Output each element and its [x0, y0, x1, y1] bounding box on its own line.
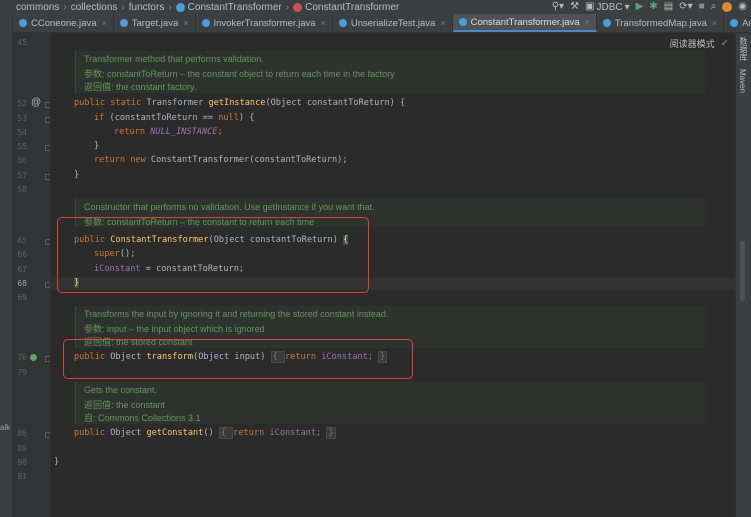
chevron-down-icon: ▾	[624, 1, 630, 13]
breadcrumb-separator-icon: ›	[285, 1, 290, 13]
doc-line: Transforms the input by ignoring it and …	[84, 309, 389, 319]
code-line-56: return new ConstantTransformer(constantT…	[94, 155, 348, 165]
doc-line: Gets the constant.	[84, 385, 158, 395]
override-icon[interactable]	[30, 354, 37, 361]
class-icon	[119, 19, 128, 27]
line-number: 91	[17, 472, 27, 481]
breadcrumb-separator-icon: ›	[168, 1, 172, 13]
doc-line: 返回值: the constant factory.	[84, 82, 197, 92]
editor-tab-bar: CConeone.java × Target.java × InvokerTrans…	[13, 14, 751, 33]
class-icon	[201, 19, 210, 27]
method-icon	[293, 2, 303, 12]
code-line-86: public Object getConstant() { return iCo…	[74, 427, 336, 439]
class-icon	[730, 19, 739, 27]
tab-invokertransformer[interactable]: InvokerTransformer.java ×	[196, 14, 333, 32]
code-line-53: if (constantToReturn == null) {	[94, 113, 255, 123]
search-icon[interactable]: ⌕	[711, 0, 717, 14]
line-number: 76	[17, 353, 27, 362]
line-number: 69	[17, 293, 27, 302]
code-line-57: }	[74, 170, 80, 180]
left-strip-label: alk	[0, 423, 11, 432]
tab-transformedmap[interactable]: TransformedMap.java ×	[597, 14, 725, 32]
class-icon	[602, 19, 611, 27]
tab-constanttransformer[interactable]: ConstantTransformer.java ×	[452, 14, 597, 32]
tab-annotationinvocationhandler[interactable]: AnnotationInvocationHandler.clas	[724, 14, 751, 32]
breadcrumb-item-class[interactable]: ConstantTransformer	[175, 2, 282, 13]
code-line-55: }	[94, 141, 100, 151]
close-icon[interactable]: ×	[321, 18, 326, 28]
breadcrumb-separator-icon: ›	[63, 1, 67, 13]
code-line-54: return NULL_INSTANCE;	[114, 127, 223, 137]
doc-line: 参数: input – the input object which is ig…	[84, 324, 265, 334]
close-icon[interactable]: ×	[102, 18, 107, 28]
vcs-icon[interactable]: ⚲▾	[552, 0, 564, 14]
line-number: 54	[17, 128, 27, 137]
code-line-52: public static Transformer getInstance(Ob…	[74, 98, 406, 108]
line-number: 67	[17, 265, 27, 274]
breadcrumb-separator-icon: ›	[121, 1, 125, 13]
class-icon	[458, 18, 467, 26]
right-tool-strip: 数据库 Maven	[735, 33, 751, 517]
line-number: 57	[17, 171, 27, 180]
tab-cconeone[interactable]: CConeone.java ×	[13, 14, 114, 32]
line-number: 79	[17, 368, 27, 377]
highlight-box-transform	[63, 339, 413, 379]
doc-line: 自: Commons Collections 3.1	[84, 413, 201, 423]
close-icon[interactable]: ×	[585, 17, 590, 27]
main-toolbar: ⚲▾ ⚒ ▣ JDBC ▾ ▶ ✱ ▤ ⟳▾ ■ ⌕ ◉	[552, 0, 751, 14]
breadcrumb-item-collections[interactable]: collections	[71, 2, 118, 13]
stop-icon[interactable]: ■	[699, 0, 705, 14]
doc-comment-getinstance: Transformer method that performs validat…	[75, 51, 705, 93]
doc-line: 参数: constantToReturn – the constant obje…	[84, 69, 395, 79]
hammer-icon[interactable]: ⚒	[570, 0, 579, 14]
run-config-select[interactable]: ▣ JDBC ▾	[585, 0, 630, 14]
line-number: 52	[17, 99, 27, 108]
config-icon: ▣	[585, 1, 595, 12]
debug-icon[interactable]: ✱	[649, 0, 657, 14]
coverage-icon[interactable]: ▤	[664, 0, 673, 14]
line-number: 89	[17, 444, 27, 453]
inspection-ok-icon: ✓	[720, 38, 729, 49]
annotation-icon: @	[31, 97, 42, 108]
left-tool-strip: alk	[0, 14, 13, 517]
maven-tool-button[interactable]: Maven	[738, 69, 747, 93]
close-icon[interactable]: ×	[712, 18, 717, 28]
line-number-gutter: 45 52 @ 53 54 55 56 57 58 65 66 67 68 69…	[13, 33, 51, 517]
line-number: 56	[17, 156, 27, 165]
class-icon	[338, 19, 347, 27]
close-icon[interactable]: ×	[183, 18, 188, 28]
doc-line: Constructor that performs no validation.…	[84, 202, 375, 212]
doc-line: 返回值: the constant	[84, 400, 166, 410]
breadcrumb-item-method[interactable]: ConstantTransformer	[293, 2, 399, 13]
line-number: 66	[17, 250, 27, 259]
highlight-box-constructor	[57, 217, 369, 293]
profile-icon[interactable]: ⟳▾	[679, 0, 692, 14]
reader-mode-toggle[interactable]: 阅读器模式 ✓	[670, 37, 729, 50]
line-number: 45	[17, 38, 27, 47]
code-line-90: }	[54, 457, 60, 467]
class-icon	[19, 19, 27, 27]
doc-line: Transformer method that performs validat…	[84, 54, 264, 64]
line-number: 65	[17, 236, 27, 245]
close-icon[interactable]: ×	[440, 18, 445, 28]
line-number: 53	[17, 114, 27, 123]
update-icon[interactable]	[722, 2, 733, 12]
breadcrumb-item-functors[interactable]: functors	[129, 2, 165, 13]
settings-icon[interactable]: ◉	[738, 0, 747, 14]
line-number: 58	[17, 185, 27, 194]
tab-unserializetest[interactable]: UnserializeTest.java ×	[333, 14, 453, 32]
line-number: 90	[17, 458, 27, 467]
database-tool-button[interactable]: 数据库	[738, 37, 749, 61]
run-icon[interactable]: ▶	[636, 0, 644, 14]
class-icon	[175, 2, 185, 12]
tab-target[interactable]: Target.java ×	[114, 14, 196, 32]
breadcrumb-item-commons[interactable]: commons	[16, 2, 59, 13]
line-number: 68	[17, 279, 27, 288]
line-number: 86	[17, 429, 27, 438]
scrollbar-thumb[interactable]	[740, 241, 745, 301]
line-number: 55	[17, 142, 27, 151]
doc-comment-getconstant: Gets the constant. 返回值: the constant 自: …	[75, 382, 705, 424]
